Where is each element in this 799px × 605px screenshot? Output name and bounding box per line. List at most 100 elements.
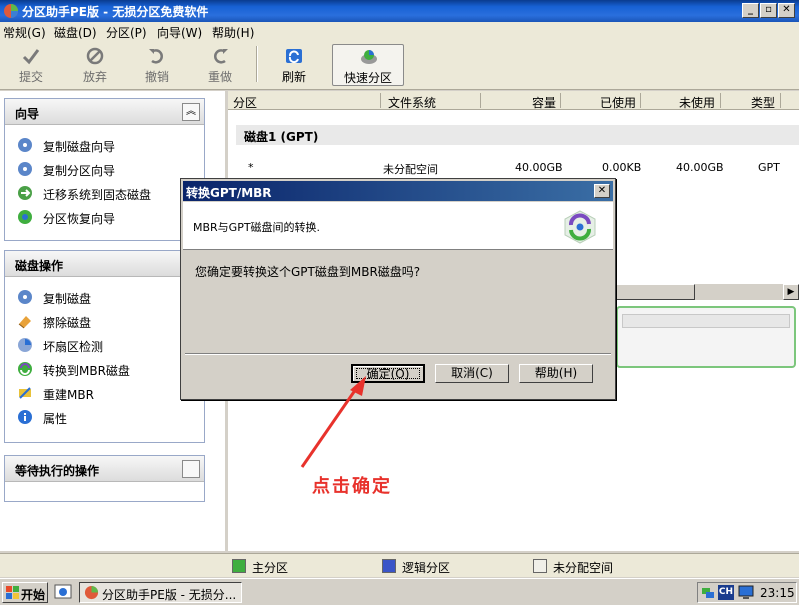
discard-button[interactable]: 放弃 — [70, 44, 120, 86]
unallocated-block[interactable] — [622, 314, 790, 328]
disk-ops-section: 磁盘操作 复制磁盘 擦除磁盘 坏扇区检测 转换到MBR磁盘 重建MBR 属性 — [4, 250, 205, 443]
legend-label: 逻辑分区 — [402, 561, 451, 575]
close-button[interactable]: ✕ — [778, 3, 795, 18]
col-used[interactable]: 已使用 — [600, 94, 636, 111]
wizard-item-label: 迁移系统到固态磁盘 — [43, 188, 152, 202]
horizontal-scrollbar[interactable]: ▶ — [613, 284, 799, 300]
menu-partition[interactable]: 分区(P) — [106, 24, 147, 41]
disk-map[interactable] — [616, 306, 796, 368]
undo-label: 撤销 — [144, 70, 169, 84]
taskbar: 开始 分区助手PE版 - 无损分... CH 23:15 — [0, 578, 799, 605]
disk-group-row[interactable]: 磁盘1 (GPT) — [236, 125, 799, 145]
menu-disk[interactable]: 磁盘(D) — [54, 24, 97, 41]
clock: 23:15 — [760, 586, 795, 600]
cell-filesystem: 未分配空间 — [383, 163, 438, 176]
start-button[interactable]: 开始 — [2, 582, 48, 603]
network-icon[interactable] — [701, 585, 715, 600]
disk-op-label: 属性 — [43, 412, 68, 426]
ime-indicator[interactable]: CH — [718, 585, 734, 600]
pending-header[interactable]: 等待执行的操作 — [5, 456, 204, 482]
windows-logo-icon — [6, 586, 19, 599]
recovery-icon — [18, 210, 32, 224]
wizard-item-label: 复制磁盘向导 — [43, 140, 116, 154]
col-capacity[interactable]: 容量 — [532, 94, 556, 111]
help-button[interactable]: 帮助(H) — [519, 364, 593, 383]
undo-icon — [149, 49, 163, 64]
col-divider — [720, 93, 721, 108]
column-headers: 分区 文件系统 容量 已使用 未使用 类型 — [228, 91, 799, 110]
copy-disk-icon — [18, 138, 32, 152]
legend-label: 主分区 — [252, 561, 289, 575]
scrollbar-thumb[interactable] — [613, 284, 695, 300]
disk-ops-header[interactable]: 磁盘操作 — [5, 251, 204, 277]
help-label: 帮助(H) — [534, 366, 578, 380]
pending-section: 等待执行的操作 — [4, 455, 205, 502]
cell-used: 0.00KB — [602, 161, 642, 174]
disk-ops-title: 磁盘操作 — [15, 259, 64, 273]
check-icon — [22, 49, 40, 65]
quick-partition-button[interactable]: 快速分区 — [332, 44, 404, 86]
wizard-title: 向导 — [15, 107, 40, 121]
apply-label: 提交 — [18, 70, 43, 84]
redo-button[interactable]: 重做 — [195, 44, 245, 86]
scroll-right-icon[interactable]: ▶ — [783, 284, 799, 300]
status-bar-left — [0, 553, 228, 577]
refresh-button[interactable]: 刷新 — [269, 44, 319, 86]
quick-partition-icon — [361, 50, 377, 64]
dialog-header: MBR与GPT磁盘间的转换. — [183, 202, 613, 250]
col-unused[interactable]: 未使用 — [679, 94, 715, 111]
taskbar-app-button[interactable]: 分区助手PE版 - 无损分... — [79, 582, 242, 603]
collapse-icon[interactable]: ︽ — [182, 103, 200, 121]
col-type[interactable]: 类型 — [751, 94, 775, 111]
menu-wizard[interactable]: 向导(W) — [157, 24, 202, 41]
collapse-icon[interactable] — [182, 460, 200, 478]
dialog-title-bar[interactable]: 转换GPT/MBR ✕ — [183, 181, 613, 201]
disk-op-label: 坏扇区检测 — [43, 340, 104, 354]
minimize-button[interactable]: _ — [742, 3, 759, 18]
copy-partition-icon — [18, 162, 32, 176]
cancel-button[interactable]: 取消(C) — [435, 364, 509, 383]
apply-button[interactable]: 提交 — [6, 44, 56, 86]
restore-button[interactable]: ▫ — [760, 3, 777, 18]
disk-label: 磁盘1 (GPT) — [244, 130, 319, 144]
toolbar-separator — [256, 46, 258, 82]
redo-icon — [214, 49, 228, 64]
undo-button[interactable]: 撤销 — [132, 44, 182, 86]
app-icon — [4, 4, 18, 18]
cell-unused: 40.00GB — [676, 161, 724, 174]
menu-general[interactable]: 常规(G) — [3, 24, 46, 41]
disk-op-label: 重建MBR — [43, 388, 94, 402]
wizard-item-label: 分区恢复向导 — [43, 212, 116, 226]
window-title: 分区助手PE版 - 无损分区免费软件 — [22, 5, 209, 19]
dialog-close-icon[interactable]: ✕ — [594, 184, 610, 198]
quick-launch-icon[interactable] — [54, 583, 72, 601]
quick-partition-label: 快速分区 — [343, 71, 392, 85]
col-divider — [380, 93, 381, 108]
cell-partition: * — [248, 161, 254, 174]
dialog-title: 转换GPT/MBR — [186, 186, 272, 200]
toolbar: 提交 放弃 撤销 重做 刷新 快速分区 — [0, 40, 799, 90]
taskbar-app-label: 分区助手PE版 - 无损分... — [102, 588, 237, 602]
wizard-item-label: 复制分区向导 — [43, 164, 116, 178]
cell-capacity: 40.00GB — [515, 161, 563, 174]
migrate-icon — [18, 186, 32, 200]
col-divider — [640, 93, 641, 108]
discard-label: 放弃 — [82, 70, 107, 84]
menu-bar: 常规(G) 磁盘(D) 分区(P) 向导(W) 帮助(H) — [0, 22, 799, 40]
convert-dialog: 转换GPT/MBR ✕ MBR与GPT磁盘间的转换. 您确定要转换这个GPT磁盘… — [180, 178, 616, 400]
wizard-header[interactable]: 向导 ︽ — [5, 99, 204, 125]
legend-label: 未分配空间 — [553, 561, 614, 575]
rebuild-mbr-icon — [19, 387, 31, 399]
convert-icon — [18, 362, 32, 376]
eraser-icon — [18, 316, 31, 329]
col-filesystem[interactable]: 文件系统 — [388, 94, 436, 111]
col-partition[interactable]: 分区 — [233, 94, 257, 111]
disk-op-label: 转换到MBR磁盘 — [43, 364, 130, 378]
wizard-section: 向导 ︽ 复制磁盘向导 复制分区向导 迁移系统到固态磁盘 分区恢复向导 — [4, 98, 205, 241]
monitor-icon[interactable] — [738, 585, 754, 600]
bad-sector-icon — [18, 338, 32, 352]
dialog-header-text: MBR与GPT磁盘间的转换. — [193, 221, 321, 234]
system-tray: CH 23:15 — [697, 582, 797, 603]
menu-help[interactable]: 帮助(H) — [212, 24, 254, 41]
dialog-divider — [185, 353, 611, 355]
